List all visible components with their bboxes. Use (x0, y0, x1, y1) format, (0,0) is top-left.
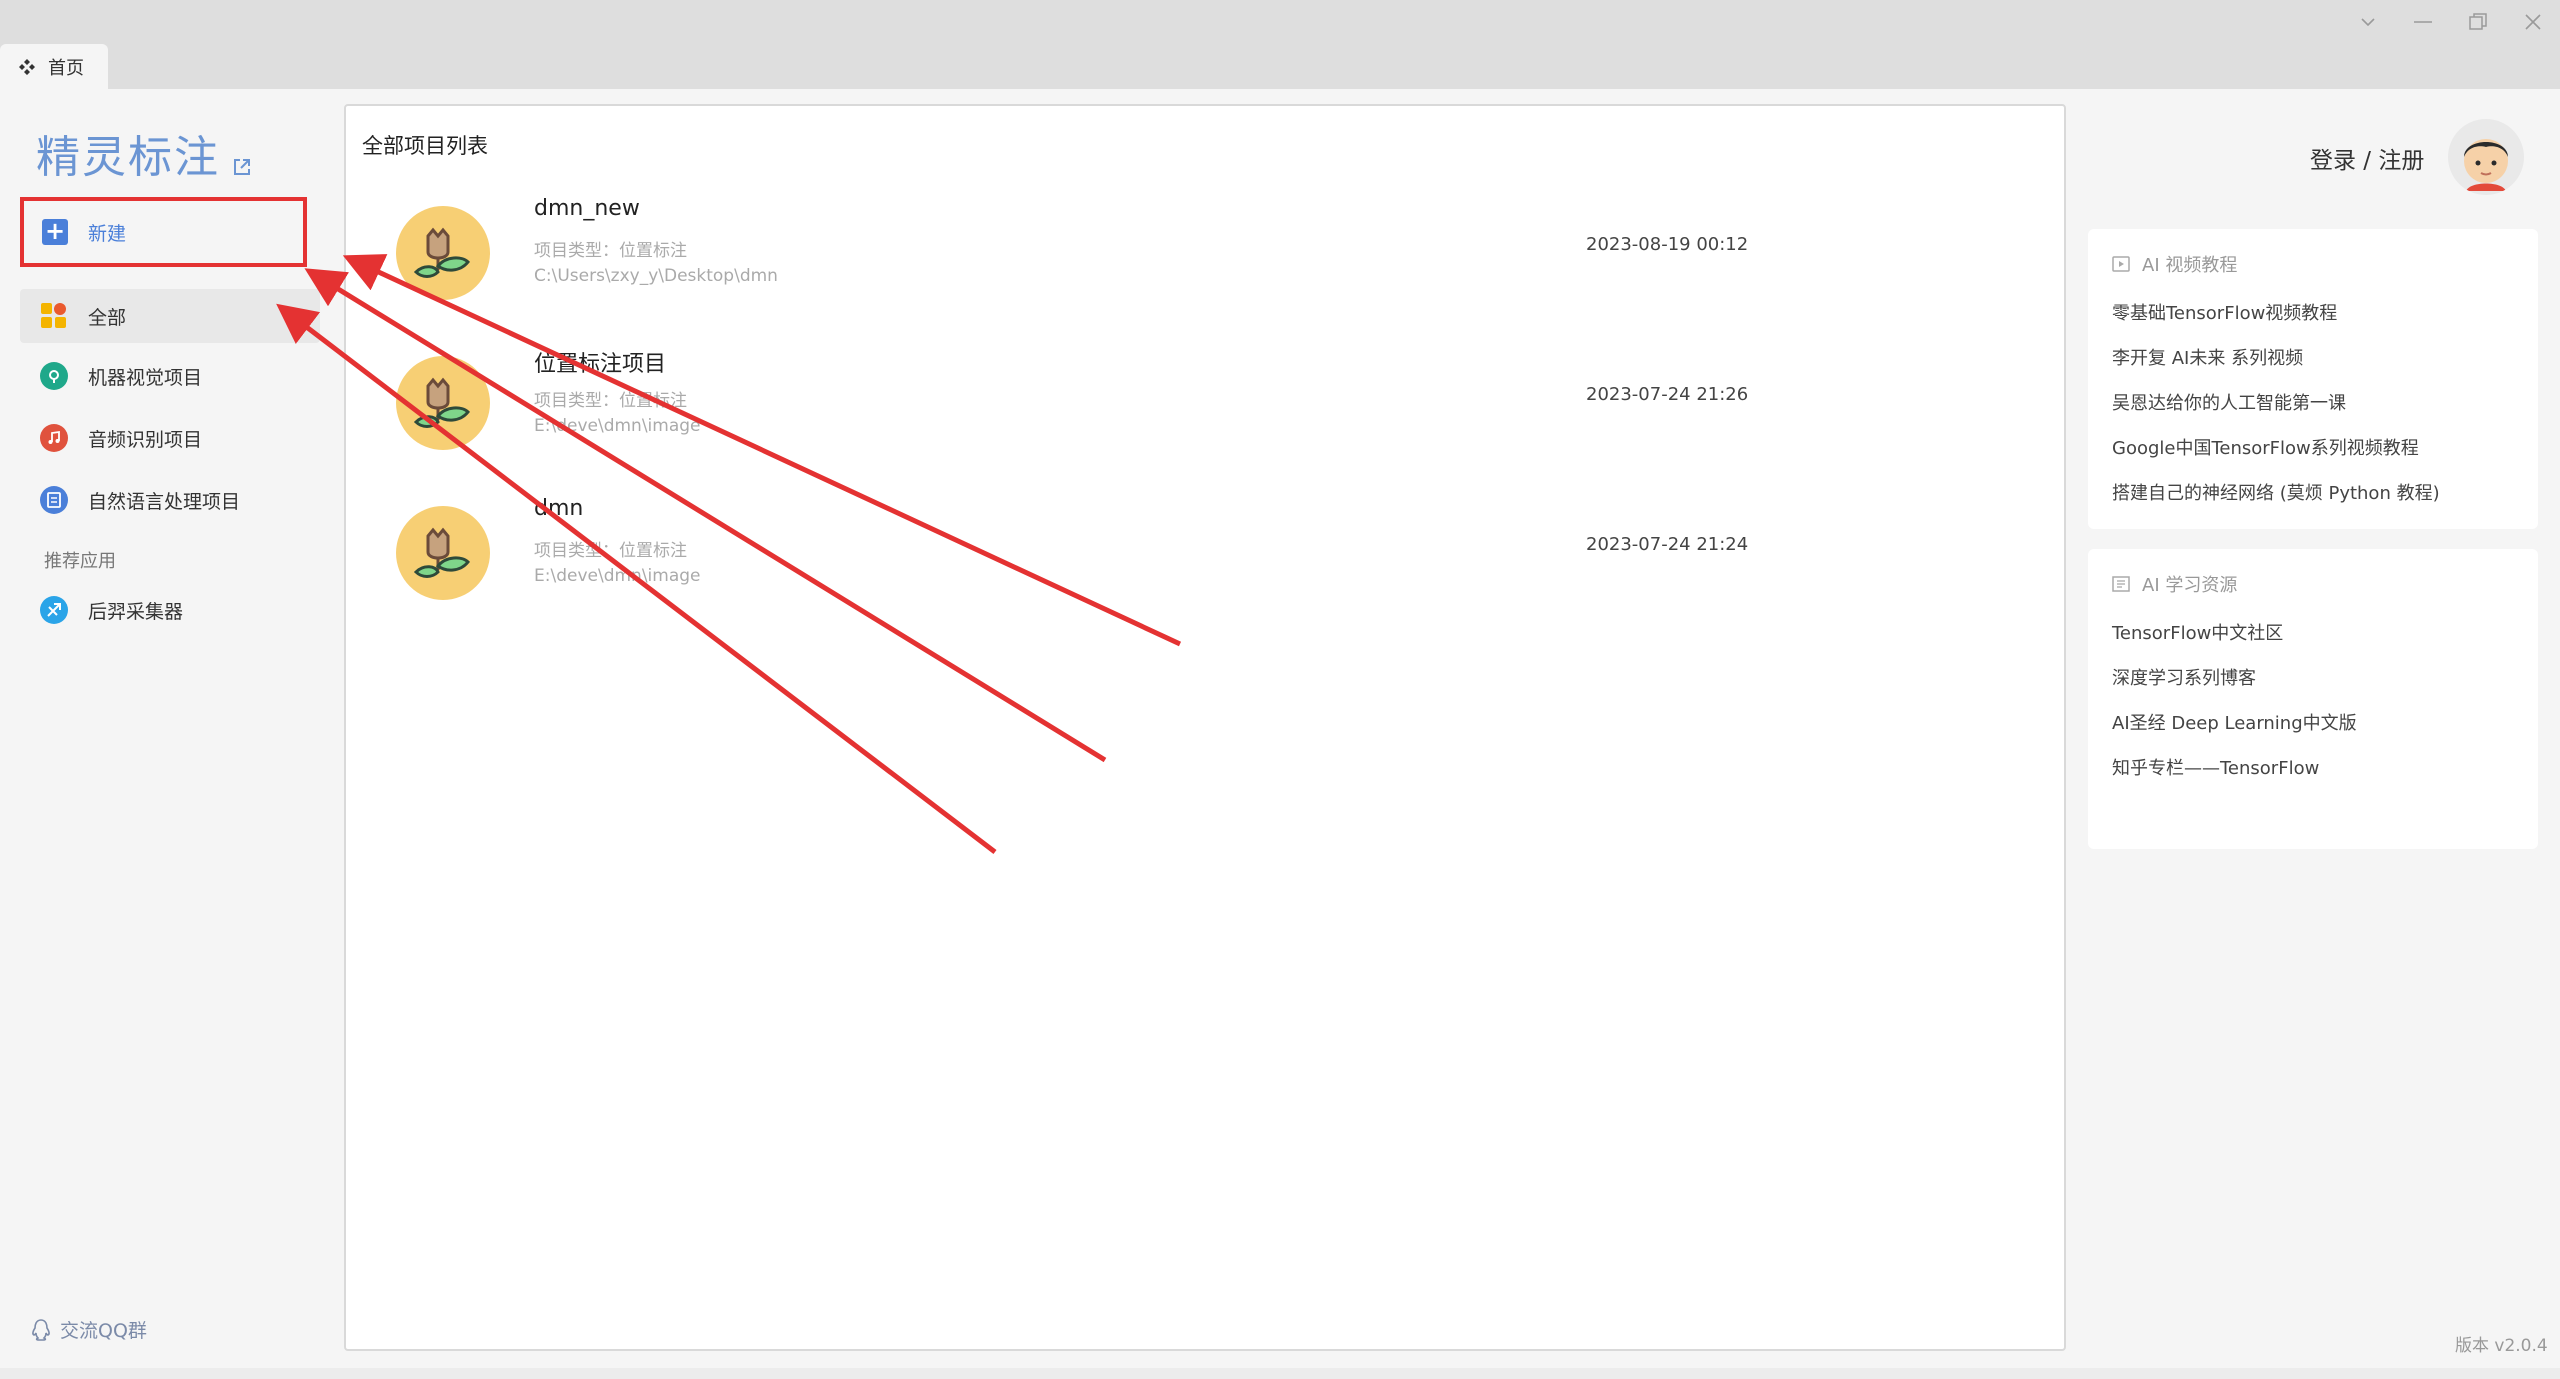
user-avatar[interactable] (2448, 119, 2524, 195)
minimize-icon (2413, 21, 2432, 23)
close-button[interactable] (2505, 0, 2560, 44)
project-row[interactable]: 位置标注项目 项目类型：位置标注 E:\deve\dmn\image 2023-… (346, 328, 2066, 478)
sidebar-item-label: 机器视觉项目 (88, 366, 203, 389)
project-type: 项目类型：位置标注 (534, 391, 687, 411)
houyi-logo-icon (40, 596, 68, 624)
project-type: 项目类型：位置标注 (534, 541, 687, 561)
brand-title: 精灵标注 (36, 132, 220, 183)
diamond-grid-icon (19, 58, 35, 75)
project-path: E:\deve\dmn\image (534, 566, 701, 586)
restore-button[interactable] (2450, 0, 2505, 44)
tutorial-link[interactable]: 李开复 AI未来 系列视频 (2112, 344, 2303, 370)
sidebar-item-nlp[interactable]: 自然语言处理项目 (20, 473, 320, 527)
external-link-icon (234, 159, 250, 175)
resource-link[interactable]: TensorFlow中文社区 (2112, 619, 2283, 645)
grid-apps-icon (41, 303, 66, 328)
minimize-button[interactable] (2395, 0, 2450, 44)
vision-icon (40, 362, 68, 390)
project-path: C:\Users\zxy_y\Desktop\dmn (534, 266, 778, 286)
sidebar-item-label: 音频识别项目 (88, 428, 203, 451)
restore-icon (2468, 13, 2487, 30)
sidebar-item-label: 自然语言处理项目 (88, 490, 241, 513)
project-date: 2023-08-19 00:12 (1586, 234, 1749, 255)
tab-home[interactable]: 首页 (0, 44, 108, 89)
qq-group-label: 交流QQ群 (60, 1320, 147, 1342)
project-path: E:\deve\dmn\image (534, 416, 701, 436)
project-avatar (396, 206, 490, 300)
sidebar-item-label: 后羿采集器 (88, 600, 184, 623)
user-face-icon (2464, 139, 2508, 191)
tutorial-link[interactable]: Google中国TensorFlow系列视频教程 (2112, 434, 2419, 460)
tab-label: 首页 (48, 57, 84, 79)
project-name[interactable]: 位置标注项目 (534, 346, 666, 378)
project-type: 项目类型：位置标注 (534, 241, 687, 261)
tutorial-link[interactable]: 搭建自己的神经网络 (莫烦 Python 教程) (2112, 479, 2440, 505)
qq-group-link[interactable]: 交流QQ群 (30, 1316, 147, 1343)
sidebar-item-all[interactable]: 全部 (20, 289, 320, 343)
brand[interactable]: 精灵标注 (36, 121, 252, 185)
close-icon (2524, 14, 2541, 30)
window-controls (2340, 0, 2560, 44)
resource-link[interactable]: AI圣经 Deep Learning中文版 (2112, 709, 2357, 735)
new-label: 新建 (88, 222, 127, 245)
project-date: 2023-07-24 21:26 (1586, 384, 1749, 405)
page-title: 全部项目列表 (362, 134, 488, 158)
dropdown-button[interactable] (2340, 0, 2395, 44)
version-label: 版本 v2.0.4 (2455, 1336, 2548, 1356)
project-row[interactable]: dmn 项目类型：位置标注 E:\deve\dmn\image 2023-07-… (346, 478, 2066, 628)
resource-link[interactable]: 深度学习系列博客 (2112, 664, 2256, 690)
resource-link[interactable]: 知乎专栏——TensorFlow (2112, 754, 2319, 780)
learning-resources-card: AI 学习资源 TensorFlow中文社区 深度学习系列博客 AI圣经 Dee… (2088, 549, 2538, 849)
sidebar-item-label: 全部 (88, 306, 127, 329)
sidebar-item-vision[interactable]: 机器视觉项目 (20, 349, 320, 403)
flower-leaf-icon (413, 227, 471, 278)
title-bar: 首页 (0, 0, 2560, 89)
project-row[interactable]: dmn_new 项目类型：位置标注 C:\Users\zxy_y\Desktop… (346, 178, 2066, 328)
tutorial-link[interactable]: 零基础TensorFlow视频教程 (2112, 299, 2337, 325)
project-avatar (396, 356, 490, 450)
project-avatar (396, 506, 490, 600)
new-project-button[interactable]: + 新建 (20, 197, 307, 267)
recommended-apps-label: 推荐应用 (44, 551, 116, 572)
video-play-icon (2112, 256, 2130, 272)
sidebar: 精灵标注 + 新建 全部 机器视觉项目 音频识别项目 自然语言处理项目 推荐应用… (0, 89, 344, 1379)
project-name[interactable]: dmn (534, 496, 583, 521)
chevron-down-icon (2360, 18, 2375, 27)
video-tutorial-card: AI 视频教程 零基础TensorFlow视频教程 李开复 AI未来 系列视频 … (2088, 229, 2538, 529)
tutorial-link[interactable]: 吴恩达给你的人工智能第一课 (2112, 389, 2346, 415)
project-name[interactable]: dmn_new (534, 196, 640, 221)
project-list-panel: 全部项目列表 dmn_new 项目类型：位置标注 C:\Users\zxy_y\… (344, 104, 2066, 1351)
flower-leaf-icon (413, 377, 471, 428)
qq-icon (32, 1318, 50, 1341)
card-title: AI 视频教程 (2112, 251, 2237, 277)
plus-icon: + (42, 219, 68, 245)
bottom-strip (0, 1368, 2560, 1379)
music-icon (40, 424, 68, 452)
login-register-link[interactable]: 登录 / 注册 (2310, 141, 2424, 175)
project-date: 2023-07-24 21:24 (1586, 534, 1749, 555)
sidebar-item-audio[interactable]: 音频识别项目 (20, 411, 320, 465)
document-icon (40, 486, 68, 514)
sidebar-item-houyi[interactable]: 后羿采集器 (20, 583, 320, 637)
book-icon (2112, 576, 2130, 592)
card-title: AI 学习资源 (2112, 571, 2237, 597)
flower-leaf-icon (413, 527, 471, 578)
right-panel: 登录 / 注册 AI 视频教程 零基础TensorFlow视频教程 李开复 AI… (2066, 89, 2560, 1379)
